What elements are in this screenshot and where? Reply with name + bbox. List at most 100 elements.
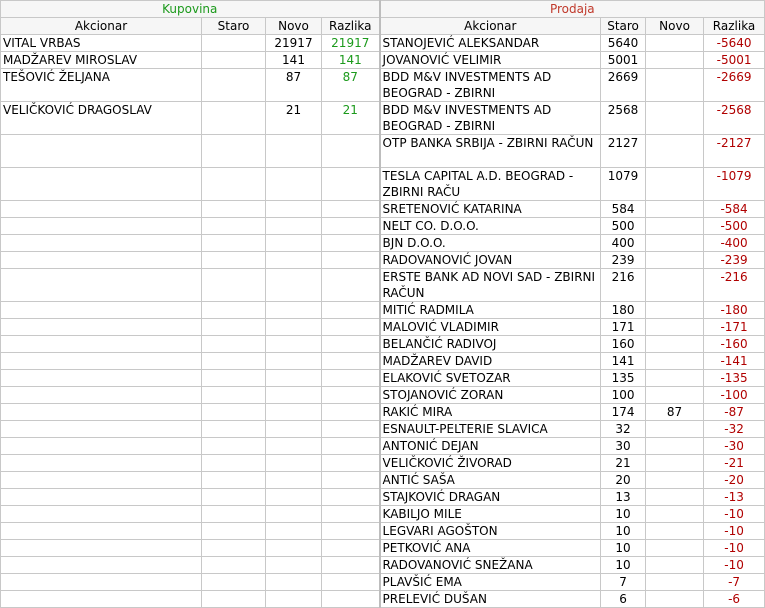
sell-cell-staro: 6 — [600, 590, 647, 608]
buy-cell-name — [0, 471, 202, 489]
buy-cell-staro — [201, 268, 266, 302]
sell-cell-name: RADOVANOVIĆ JOVAN — [378, 251, 602, 269]
sell-header-old[interactable]: Staro — [600, 17, 647, 35]
table-row[interactable]: MADŽAREV MIROSLAV 141 141 JOVANOVIĆ VELIMIR… — [0, 51, 765, 69]
table-row[interactable]: PETKOVIĆ ANA 10 -10 — [0, 539, 765, 557]
buy-cell-name — [0, 573, 202, 591]
buy-header-new[interactable]: Novo — [265, 17, 322, 35]
sell-cell-novo — [645, 505, 705, 523]
table-row[interactable]: SRETENOVIĆ KATARINA 584 -584 — [0, 200, 765, 218]
buy-cell-novo — [265, 200, 322, 218]
sell-cell-novo — [645, 217, 705, 235]
table-row[interactable]: STAJKOVIĆ DRAGAN 13 -13 — [0, 488, 765, 506]
table-row[interactable]: PLAVŠIĆ EMA 7 -7 — [0, 573, 765, 591]
buy-cell-novo — [265, 251, 322, 269]
buy-cell-razlika — [320, 251, 381, 269]
table-row[interactable]: MADŽAREV DAVID 141 -141 — [0, 352, 765, 370]
table-row[interactable]: VELIČKOVIĆ DRAGOSLAV 21 21 BDD M&V INVESTME… — [0, 101, 765, 135]
buy-cell-novo — [265, 454, 322, 472]
table-row[interactable]: ANTONIĆ DEJAN 30 -30 — [0, 437, 765, 455]
sell-cell-staro: 141 — [600, 352, 647, 370]
table-row[interactable]: TESLA CAPITAL A.D. BEOGRAD - ZBIRNI RAČU… — [0, 167, 765, 201]
table-row[interactable]: MALOVIĆ VLADIMIR 171 -171 — [0, 318, 765, 336]
sell-cell-staro: 500 — [600, 217, 647, 235]
table-row[interactable]: MITIĆ RADMILA 180 -180 — [0, 301, 765, 319]
table-row[interactable]: ERSTE BANK AD NOVI SAD - ZBIRNI RAČUN 216… — [0, 268, 765, 302]
sell-cell-novo — [645, 488, 705, 506]
buy-cell-name — [0, 318, 202, 336]
table-row[interactable]: RADOVANOVIĆ SNEŽANA 10 -10 — [0, 556, 765, 574]
table-row[interactable]: LEGVARI AGOŠTON 10 -10 — [0, 522, 765, 540]
sell-cell-name: PRELEVIĆ DUŠAN — [378, 590, 602, 608]
buy-cell-razlika — [320, 420, 381, 438]
sell-cell-razlika: -100 — [703, 386, 765, 404]
table-row[interactable]: VELIČKOVIĆ ŽIVORAD 21 -21 — [0, 454, 765, 472]
sell-cell-novo — [645, 251, 705, 269]
buy-cell-razlika — [320, 268, 381, 302]
table-row[interactable]: OTP BANKA SRBIJA - ZBIRNI RAČUN 2127 -2127 — [0, 134, 765, 168]
buy-cell-name — [0, 335, 202, 353]
sell-cell-staro: 171 — [600, 318, 647, 336]
table-row[interactable]: NELT CO. D.O.O. 500 -500 — [0, 217, 765, 235]
sell-cell-razlika: -5640 — [703, 34, 765, 52]
sell-cell-novo — [645, 268, 705, 302]
buy-header-shareholder[interactable]: Akcionar — [0, 17, 202, 35]
sell-cell-staro: 30 — [600, 437, 647, 455]
buy-cell-name — [0, 301, 202, 319]
table-row[interactable]: ELAKOVIĆ SVETOZAR 135 -135 — [0, 369, 765, 387]
table-row[interactable]: PRELEVIĆ DUŠAN 6 -6 — [0, 590, 765, 608]
sell-section-title: Prodaja — [378, 0, 765, 18]
sell-cell-name: MITIĆ RADMILA — [378, 301, 602, 319]
sell-cell-novo — [645, 420, 705, 438]
table-row[interactable]: KABILJO MILE 10 -10 — [0, 505, 765, 523]
buy-cell-name — [0, 352, 202, 370]
table-row[interactable]: ANTIĆ SAŠA 20 -20 — [0, 471, 765, 489]
sell-cell-name: SRETENOVIĆ KATARINA — [378, 200, 602, 218]
sell-cell-novo — [645, 539, 705, 557]
sell-cell-razlika: -21 — [703, 454, 765, 472]
buy-cell-razlika: 141 — [320, 51, 381, 69]
table-row[interactable]: STOJANOVIĆ ZORAN 100 -100 — [0, 386, 765, 404]
sell-header-shareholder[interactable]: Akcionar — [378, 17, 602, 35]
table-row[interactable]: RADOVANOVIĆ JOVAN 239 -239 — [0, 251, 765, 269]
table-row[interactable]: BJN D.O.O. 400 -400 — [0, 234, 765, 252]
buy-cell-razlika: 21 — [320, 101, 381, 135]
buy-header-old[interactable]: Staro — [201, 17, 266, 35]
sell-cell-razlika: -135 — [703, 369, 765, 387]
buy-cell-razlika — [320, 522, 381, 540]
sell-cell-razlika: -10 — [703, 556, 765, 574]
buy-cell-razlika — [320, 335, 381, 353]
sell-cell-novo — [645, 573, 705, 591]
buy-cell-novo — [265, 369, 322, 387]
buy-cell-name: VITAL VRBAS — [0, 34, 202, 52]
buy-cell-novo — [265, 217, 322, 235]
sell-cell-staro: 7 — [600, 573, 647, 591]
buy-header-diff[interactable]: Razlika — [320, 17, 381, 35]
sell-cell-name: MADŽAREV DAVID — [378, 352, 602, 370]
buy-cell-novo — [265, 522, 322, 540]
buy-cell-staro — [201, 101, 266, 135]
buy-cell-razlika — [320, 234, 381, 252]
buy-cell-novo — [265, 268, 322, 302]
table-row[interactable]: VITAL VRBAS 21917 21917 STANOJEVIĆ ALEKSAND… — [0, 34, 765, 52]
buy-cell-novo — [265, 335, 322, 353]
buy-cell-name — [0, 522, 202, 540]
buy-cell-name: TEŠOVIĆ ŽELJANA — [0, 68, 202, 102]
sell-cell-name: ANTIĆ SAŠA — [378, 471, 602, 489]
table-row[interactable]: TEŠOVIĆ ŽELJANA 87 87 BDD M&V INVESTMENTS A… — [0, 68, 765, 102]
table-row[interactable]: BELANČIĆ RADIVOJ 160 -160 — [0, 335, 765, 353]
sell-cell-novo — [645, 167, 705, 201]
buy-cell-novo — [265, 420, 322, 438]
table-row[interactable]: RAKIĆ MIRA 174 87 -87 — [0, 403, 765, 421]
buy-cell-name — [0, 454, 202, 472]
sell-header-diff[interactable]: Razlika — [703, 17, 765, 35]
buy-cell-name — [0, 369, 202, 387]
sell-header-new[interactable]: Novo — [645, 17, 705, 35]
buy-cell-staro — [201, 234, 266, 252]
buy-cell-novo — [265, 352, 322, 370]
buy-cell-staro — [201, 386, 266, 404]
buy-cell-razlika — [320, 352, 381, 370]
buy-cell-novo — [265, 167, 322, 201]
buy-cell-novo — [265, 301, 322, 319]
table-row[interactable]: ESNAULT-PELTERIE SLAVICA 32 -32 — [0, 420, 765, 438]
